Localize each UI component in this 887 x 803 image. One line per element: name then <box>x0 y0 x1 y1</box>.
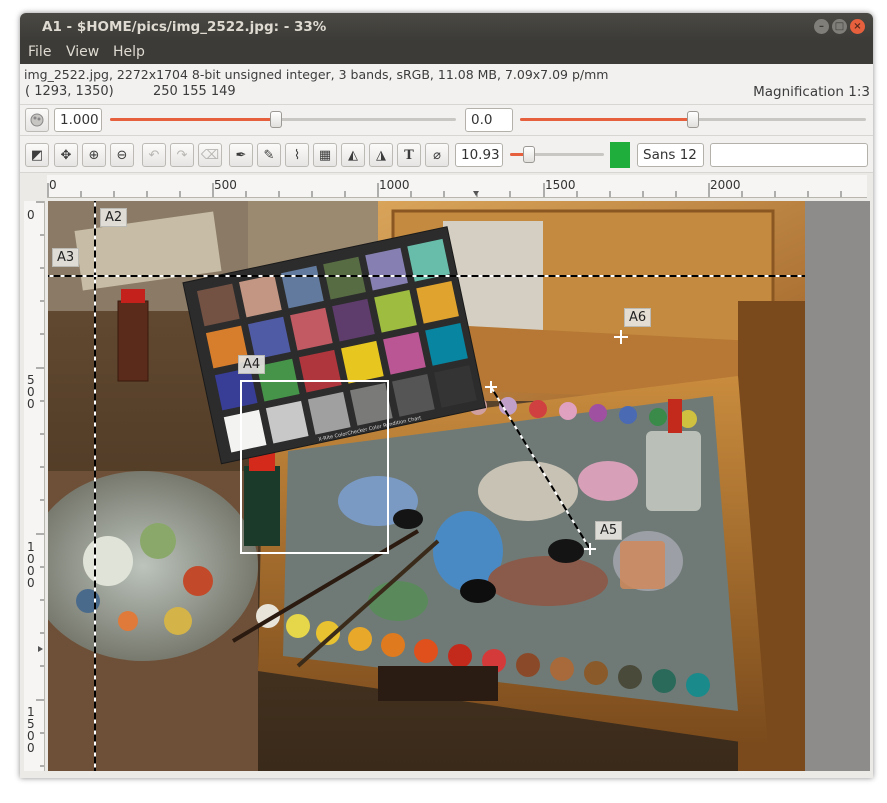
annotation-label-a3[interactable]: A3 <box>52 248 80 267</box>
undo-icon: ↶ <box>148 147 160 163</box>
line-width-slider[interactable] <box>510 145 604 165</box>
a5-start-crosshair[interactable] <box>485 381 497 393</box>
a6-crosshair[interactable] <box>614 330 628 344</box>
smudge-icon: ⌀ <box>433 147 441 163</box>
zoom-out-icon: ⊖ <box>116 147 128 163</box>
bucket-blob-icon: ◮ <box>376 147 386 163</box>
line-width-input[interactable]: 10.93 <box>455 143 503 167</box>
flood-blob-tool[interactable]: ◮ <box>369 143 393 167</box>
pencil-icon: ✎ <box>263 147 275 163</box>
text-entry[interactable] <box>710 143 868 167</box>
select-tool[interactable]: ◩ <box>25 143 49 167</box>
pan-tool[interactable]: ✥ <box>54 143 78 167</box>
image-canvas[interactable]: X-Rite ColorChecker Color Rendition Char… <box>48 201 870 771</box>
zoom-out-tool[interactable]: ⊖ <box>110 143 134 167</box>
palette-icon <box>30 113 44 127</box>
window-title: A1 - $HOME/pics/img_2522.jpg: - 33% <box>42 19 327 35</box>
image-viewport[interactable]: 0 500 1000 1500 2000 0 500 1000 1500 X-R… <box>20 173 873 778</box>
zoom-in-tool[interactable]: ⊕ <box>82 143 106 167</box>
a5-crosshair[interactable] <box>584 543 596 555</box>
annotation-label-a4[interactable]: A4 <box>238 355 266 374</box>
a4-region-box[interactable] <box>240 380 389 554</box>
menu-view[interactable]: View <box>66 44 99 60</box>
text-icon: T <box>404 147 414 163</box>
move-icon: ✥ <box>60 147 72 163</box>
bucket-icon: ◭ <box>348 147 358 163</box>
offset-slider-knob[interactable] <box>687 111 699 128</box>
clear-icon: ⌫ <box>200 147 220 163</box>
close-button[interactable]: × <box>850 19 865 34</box>
annotation-label-a5[interactable]: A5 <box>595 521 623 540</box>
pen-tool[interactable]: ✒ <box>229 143 253 167</box>
annotation-label-a2[interactable]: A2 <box>100 208 128 227</box>
pixel-value: 250 155 149 <box>153 84 236 99</box>
pen-icon: ✒ <box>235 147 247 163</box>
menu-help[interactable]: Help <box>113 44 145 60</box>
path-icon: ⌇ <box>293 147 301 163</box>
font-selector[interactable]: Sans 12 <box>637 143 704 167</box>
menu-bar: File View Help <box>20 41 873 64</box>
vertical-ruler: 0 500 1000 1500 <box>24 201 45 771</box>
annotation-label-a6[interactable]: A6 <box>624 308 652 327</box>
line-width-knob[interactable] <box>522 146 535 163</box>
select-arrow-icon: ◩ <box>30 147 44 163</box>
display-control-bar: 1.000 0.0 <box>20 104 873 136</box>
scale-slider-knob[interactable] <box>270 111 283 128</box>
annotation-overlay <box>48 201 805 771</box>
clear-button[interactable]: ⌫ <box>198 143 222 167</box>
image-header: img_2522.jpg, 2272x1704 8-bit unsigned i… <box>24 67 609 82</box>
paint-toolbar: ◩ ✥ ⊕ ⊖ ↶ ↷ ⌫ ✒ ✎ ⌇ ▦ ◭ ◮ T ⌀ 10.93 Sans… <box>20 138 873 173</box>
scale-slider-fill <box>110 118 277 121</box>
offset-input[interactable]: 0.0 <box>465 108 513 132</box>
offset-slider-fill <box>520 118 693 121</box>
smudge-tool[interactable]: ⌀ <box>425 143 449 167</box>
ink-color-swatch[interactable] <box>610 142 630 168</box>
magnification-label: Magnification 1:3 <box>753 84 870 100</box>
flood-tool[interactable]: ◭ <box>341 143 365 167</box>
ruler-ticks <box>47 183 842 197</box>
redo-icon: ↷ <box>176 147 188 163</box>
path-tool[interactable]: ⌇ <box>285 143 309 167</box>
text-tool[interactable]: T <box>397 143 421 167</box>
title-bar[interactable]: A1 - $HOME/pics/img_2522.jpg: - 33% – □ … <box>20 13 873 41</box>
cursor-coordinates: ( 1293, 1350) <box>25 84 114 99</box>
rectangle-icon: ▦ <box>318 147 332 163</box>
scale-slider[interactable] <box>110 110 456 130</box>
maximize-button[interactable]: □ <box>832 19 847 34</box>
scale-input[interactable]: 1.000 <box>54 108 102 132</box>
horizontal-ruler: 0 500 1000 1500 2000 <box>47 175 867 198</box>
image-info-panel: img_2522.jpg, 2272x1704 8-bit unsigned i… <box>24 67 872 101</box>
minimize-button[interactable]: – <box>814 19 829 34</box>
redo-button[interactable]: ↷ <box>170 143 194 167</box>
display-control-button[interactable] <box>25 108 49 132</box>
offset-slider[interactable] <box>520 110 866 130</box>
rect-tool[interactable]: ▦ <box>313 143 337 167</box>
app-window: A1 - $HOME/pics/img_2522.jpg: - 33% – □ … <box>20 13 873 778</box>
line-tool[interactable]: ✎ <box>257 143 281 167</box>
a5-line-shadow <box>490 386 591 550</box>
undo-button[interactable]: ↶ <box>142 143 166 167</box>
menu-file[interactable]: File <box>28 44 51 60</box>
vertical-ruler-ticks <box>36 201 44 767</box>
zoom-in-icon: ⊕ <box>88 147 100 163</box>
